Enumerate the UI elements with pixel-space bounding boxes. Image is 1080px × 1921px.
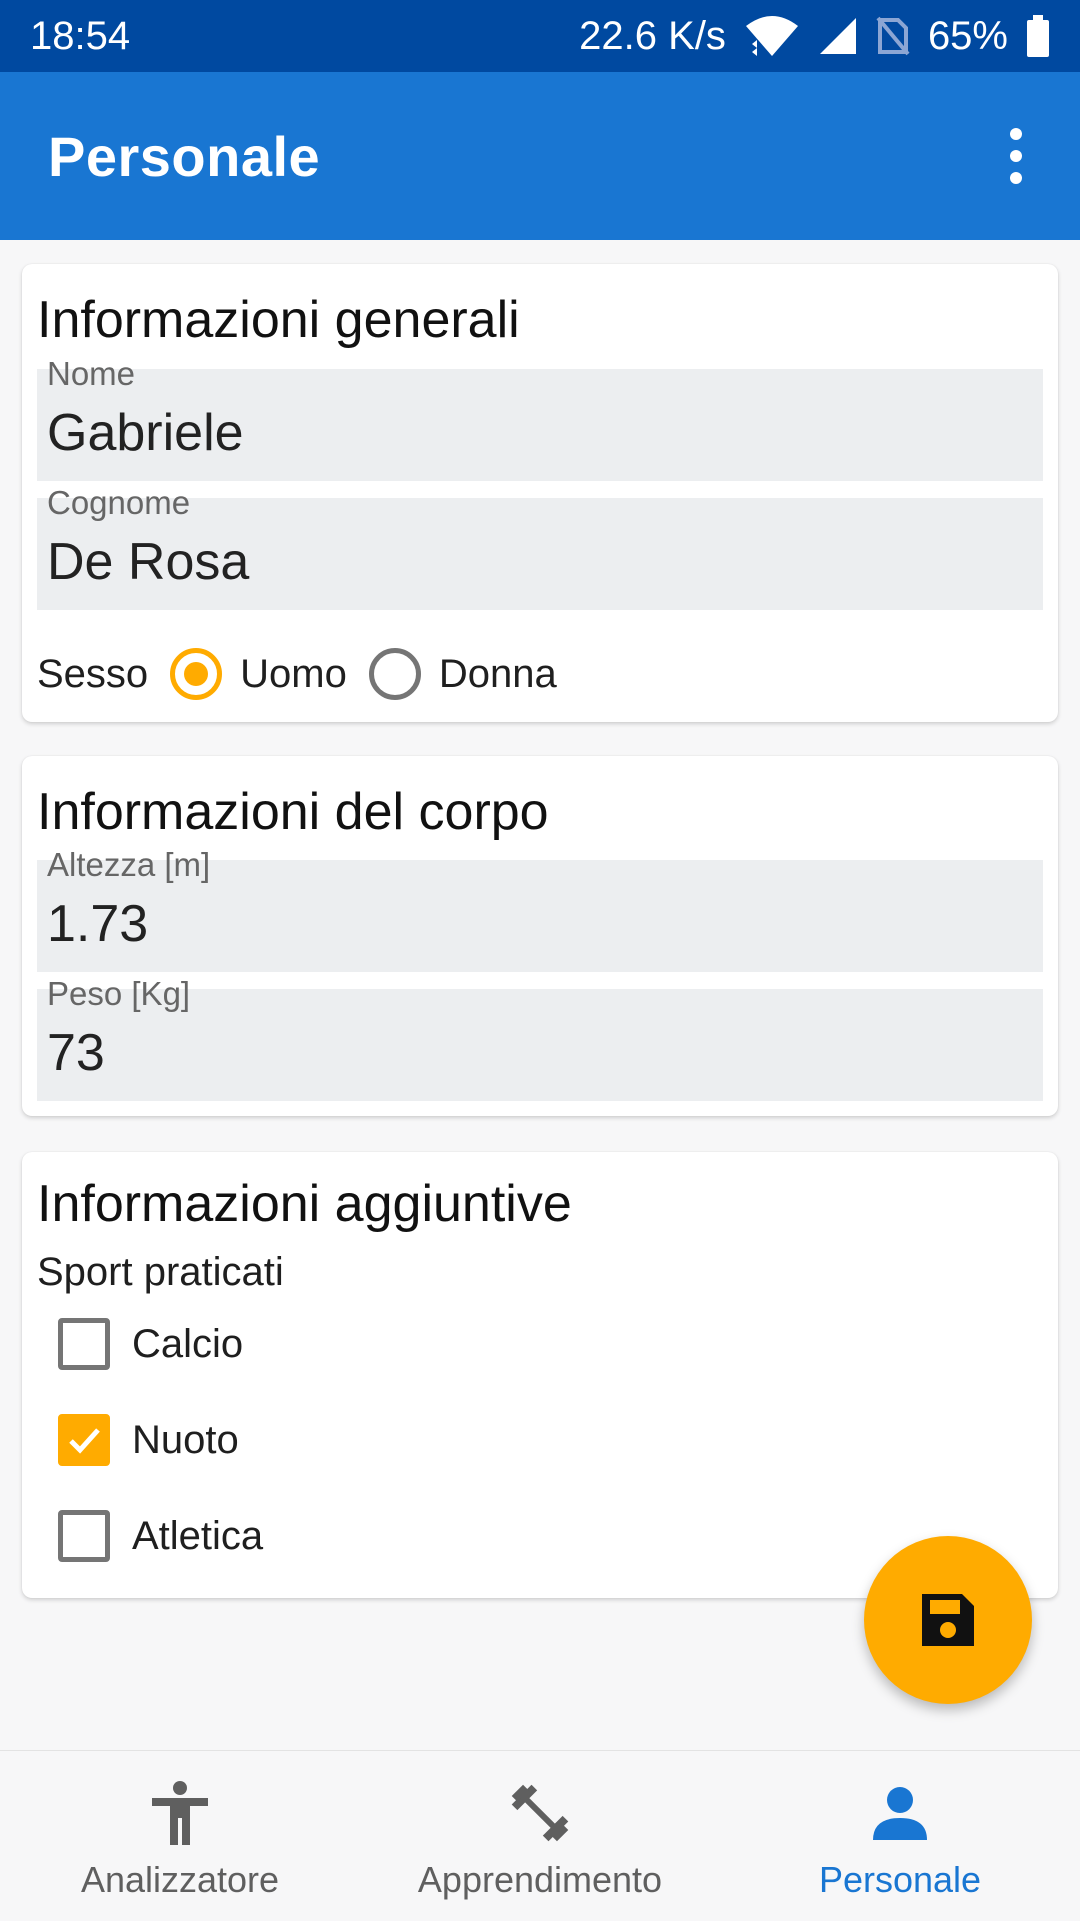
status-time: 18:54: [30, 13, 131, 58]
sex-selector: Sesso Uomo Donna: [37, 634, 557, 714]
body-info-title: Informazioni del corpo: [37, 783, 549, 841]
weight-label: Peso [Kg]: [47, 975, 191, 1012]
sports-label: Sport praticati: [37, 1250, 284, 1294]
status-icons: 22.6 K/s 65%: [579, 14, 1050, 59]
radio-female-label[interactable]: Donna: [439, 652, 557, 697]
nav-analizzatore[interactable]: Analizzatore: [0, 1751, 360, 1921]
name-field[interactable]: Nome Gabriele: [37, 355, 1043, 481]
person-icon: [873, 1787, 927, 1840]
sex-label: Sesso: [37, 651, 149, 696]
nav-apprendimento-label: Apprendimento: [417, 1859, 663, 1900]
additional-info-title: Informazioni aggiuntive: [37, 1175, 572, 1233]
body-info-card: Informazioni del corpo Altezza [m] 1.73 …: [22, 756, 1058, 1116]
battery-level: 65%: [927, 13, 1008, 58]
checkbox-atletica-label[interactable]: Atletica: [132, 1514, 263, 1559]
battery-icon: [1026, 15, 1050, 57]
checkbox-atletica[interactable]: [58, 1510, 110, 1562]
no-sim-icon: [876, 16, 910, 56]
status-bar: 18:54 22.6 K/s 65%: [0, 0, 1080, 72]
nav-personale[interactable]: Personale: [720, 1751, 1080, 1921]
radio-female[interactable]: [368, 648, 421, 700]
sport-checkbox-row[interactable]: Nuoto: [58, 1410, 239, 1470]
weight-field[interactable]: Peso [Kg] 73: [37, 975, 1043, 1101]
bottom-navigation: Analizzatore Apprendimento Personale: [0, 1750, 1080, 1921]
surname-value: De Rosa: [47, 533, 250, 591]
save-icon: [922, 1594, 974, 1646]
wifi-icon: [744, 14, 800, 58]
height-field[interactable]: Altezza [m] 1.73: [37, 846, 1043, 972]
nav-apprendimento[interactable]: Apprendimento: [360, 1751, 720, 1921]
sport-checkbox-row[interactable]: Atletica: [58, 1506, 263, 1566]
surname-field[interactable]: Cognome De Rosa: [37, 484, 1043, 610]
sport-checkbox-row[interactable]: Calcio: [58, 1314, 243, 1374]
checkbox-nuoto[interactable]: [58, 1414, 110, 1466]
cell-signal-icon: [818, 16, 858, 56]
checkmark-icon: [69, 1428, 100, 1454]
person-standing-icon: [152, 1781, 208, 1845]
radio-male-label[interactable]: Uomo: [240, 652, 347, 697]
additional-info-card: Informazioni aggiuntive Sport praticati …: [22, 1152, 1058, 1598]
checkbox-calcio[interactable]: [58, 1318, 110, 1370]
general-info-title: Informazioni generali: [37, 291, 520, 349]
name-value: Gabriele: [47, 404, 244, 462]
checkbox-calcio-label[interactable]: Calcio: [132, 1322, 243, 1367]
general-info-card: Informazioni generali Nome Gabriele Cogn…: [22, 264, 1058, 722]
dumbbell-icon: [511, 1784, 569, 1842]
height-value: 1.73: [47, 895, 149, 953]
nav-personale-label: Personale: [818, 1859, 982, 1900]
app-bar: Personale: [0, 72, 1080, 240]
network-speed: 22.6 K/s: [579, 13, 726, 58]
surname-label: Cognome: [47, 484, 191, 521]
radio-male[interactable]: [170, 648, 223, 700]
save-fab-button[interactable]: [864, 1536, 1032, 1704]
checkbox-nuoto-label[interactable]: Nuoto: [132, 1418, 239, 1463]
nav-analizzatore-label: Analizzatore: [80, 1859, 280, 1900]
height-label: Altezza [m]: [47, 846, 211, 883]
page-title: Personale: [48, 124, 321, 188]
name-label: Nome: [47, 355, 136, 392]
overflow-menu-icon[interactable]: [986, 106, 1046, 206]
weight-value: 73: [47, 1024, 105, 1082]
